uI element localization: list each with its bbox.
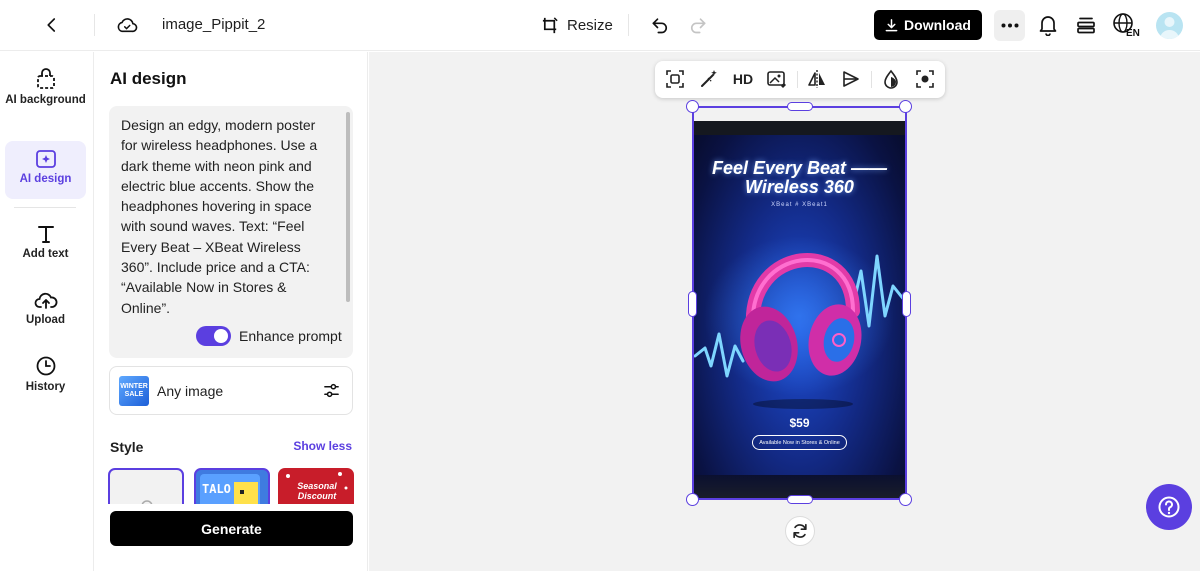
- rail-item-label: Upload: [26, 314, 65, 326]
- toggle-switch[interactable]: [196, 326, 231, 346]
- redo-icon[interactable]: [685, 12, 711, 38]
- image-edit-icon[interactable]: [765, 67, 789, 91]
- poster-headline: Feel Every Beat —— Wireless 360: [693, 159, 906, 197]
- rail-item-ai-background[interactable]: AI background: [5, 66, 86, 126]
- enhance-prompt-toggle[interactable]: Enhance prompt: [196, 326, 342, 346]
- rail-item-label: AI background: [5, 94, 86, 106]
- divider: [628, 14, 629, 36]
- toolbar-divider: [797, 71, 798, 88]
- focus-select-icon[interactable]: [913, 67, 937, 91]
- ai-design-panel: AI design Design an edgy, modern poster …: [95, 52, 368, 571]
- resize-handle-bottom-right[interactable]: [899, 493, 912, 506]
- rail-divider: [14, 207, 76, 208]
- poster-price: $59: [789, 416, 810, 430]
- poster-subline: XBeat # XBeat1: [771, 202, 828, 208]
- resize-handle-top-right[interactable]: [899, 100, 912, 113]
- text-icon: [36, 224, 56, 244]
- download-button[interactable]: Download: [874, 10, 982, 40]
- smart-crop-icon[interactable]: [663, 67, 687, 91]
- resize-icon: [541, 16, 560, 35]
- bell-icon[interactable]: [1036, 12, 1060, 38]
- language-globe-icon[interactable]: EN: [1111, 11, 1143, 39]
- show-less-link[interactable]: Show less: [293, 439, 352, 453]
- poster-image[interactable]: Feel Every Beat —— Wireless 360 XBeat # …: [693, 121, 906, 499]
- resize-handle-bottom[interactable]: [787, 495, 813, 504]
- rail-item-label: Add text: [22, 248, 69, 260]
- resize-label: Resize: [567, 16, 613, 34]
- rail-item-add-text[interactable]: Add text: [5, 224, 86, 270]
- question-mark-icon: [1158, 496, 1180, 518]
- reference-label: Any image: [157, 383, 224, 399]
- filename[interactable]: image_Pippit_20: [162, 16, 266, 33]
- poster-headline-line1: Feel Every Beat ——: [711, 158, 888, 178]
- help-button[interactable]: [1146, 484, 1192, 530]
- cloud-sync-icon[interactable]: [114, 12, 140, 38]
- rail-item-label: History: [25, 381, 66, 393]
- flip-icon[interactable]: [805, 67, 829, 91]
- opacity-drop-icon[interactable]: [879, 67, 903, 91]
- image-toolbar: HD: [655, 61, 945, 98]
- style-thumb-text: Seasonal Discount: [297, 481, 337, 501]
- resize-handle-top[interactable]: [787, 102, 813, 111]
- rail-item-upload[interactable]: Upload: [5, 290, 86, 336]
- language-code: EN: [1126, 28, 1140, 39]
- left-rail: AI background AI design Add text Upload …: [0, 52, 94, 571]
- style-thumb-pixel[interactable]: TALO: [194, 468, 270, 504]
- reference-thumbnail: WINTER SALE: [119, 376, 149, 406]
- headphones-illustration: [693, 236, 906, 409]
- generate-button[interactable]: Generate: [110, 511, 353, 546]
- top-bar: image_Pippit_20 Resize Download EN: [0, 0, 1200, 51]
- avatar[interactable]: [1156, 12, 1183, 39]
- style-thumb-text: TALO: [202, 482, 231, 496]
- toolbar-divider: [871, 71, 872, 88]
- more-dots-icon: [1001, 23, 1018, 28]
- rotate-button[interactable]: [785, 516, 815, 546]
- panel-title: AI design: [110, 69, 187, 88]
- settings-sliders-icon[interactable]: [323, 382, 340, 399]
- rail-item-history[interactable]: History: [5, 355, 86, 401]
- layers-icon[interactable]: [1074, 12, 1098, 38]
- hd-upscale-button[interactable]: HD: [729, 67, 757, 91]
- style-label: Style: [110, 439, 144, 455]
- send-arrange-icon[interactable]: [839, 67, 863, 91]
- rail-item-ai-design[interactable]: AI design: [5, 141, 86, 199]
- resize-handle-left[interactable]: [688, 291, 697, 317]
- download-label: Download: [904, 17, 971, 33]
- ai-design-icon: [35, 149, 57, 169]
- lock-icon: [35, 66, 57, 90]
- resize-handle-top-left[interactable]: [686, 100, 699, 113]
- clock-icon: [35, 355, 57, 377]
- prompt-textarea[interactable]: Design an edgy, modern poster for wirele…: [109, 106, 353, 358]
- enhance-prompt-label: Enhance prompt: [239, 328, 342, 344]
- back-arrow-icon[interactable]: [40, 13, 64, 37]
- poster-top-strip: [693, 121, 906, 135]
- style-thumb-seasonal[interactable]: Seasonal Discount: [278, 468, 354, 504]
- magic-wand-icon[interactable]: [697, 67, 721, 91]
- poster-cta-button[interactable]: Available Now in Stores & Online: [752, 435, 847, 450]
- cloud-upload-icon: [34, 290, 58, 310]
- style-thumbnails: TALO Seasonal Discount: [108, 468, 354, 504]
- style-thumb-none[interactable]: [108, 468, 184, 504]
- prompt-scrollbar[interactable]: [346, 112, 350, 302]
- rotate-icon: [793, 523, 807, 539]
- undo-icon[interactable]: [647, 12, 673, 38]
- resize-handle-bottom-left[interactable]: [686, 493, 699, 506]
- download-icon: [885, 18, 898, 32]
- reference-image-selector[interactable]: WINTER SALE Any image: [109, 366, 353, 415]
- resize-handle-right[interactable]: [902, 291, 911, 317]
- poster-headline-line2: Wireless 360: [745, 177, 854, 197]
- prompt-text[interactable]: Design an edgy, modern poster for wirele…: [121, 115, 335, 318]
- more-options-button[interactable]: [994, 10, 1025, 41]
- rail-item-label: AI design: [19, 173, 72, 185]
- divider: [94, 14, 95, 36]
- resize-button[interactable]: Resize: [541, 12, 613, 38]
